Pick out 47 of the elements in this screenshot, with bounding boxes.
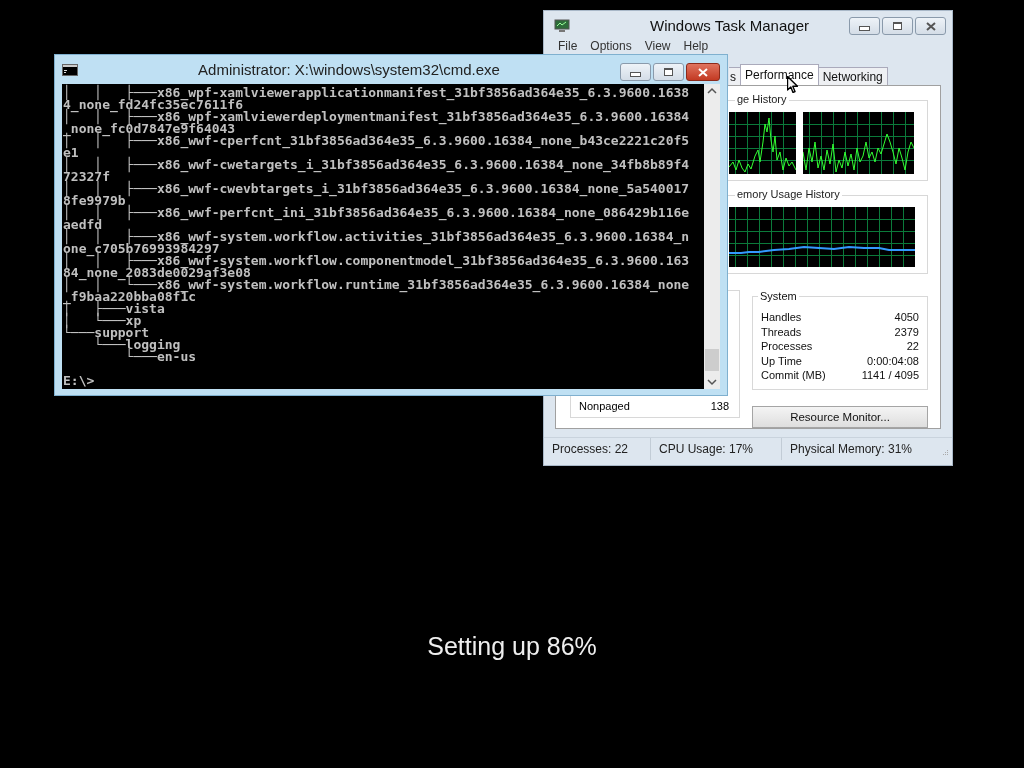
- resource-monitor-button[interactable]: Resource Monitor...: [752, 405, 928, 428]
- stat-label: Threads: [761, 325, 802, 339]
- stat-value: 138: [710, 399, 729, 413]
- monitor-icon: [554, 18, 570, 33]
- stat-label: Up Time: [761, 354, 802, 368]
- resize-grip-icon: [941, 449, 949, 457]
- stat-value: 1141 / 4095: [861, 369, 919, 383]
- tab[interactable]: Performance: [740, 64, 819, 85]
- group-label: ge History: [735, 93, 789, 105]
- stat-value: 4050: [894, 311, 919, 325]
- tab[interactable]: Networking: [817, 67, 888, 85]
- menu-item[interactable]: Help: [683, 40, 709, 53]
- stat-value: 0:00:04:08: [867, 354, 919, 368]
- status-text: Processes: 22: [544, 438, 651, 460]
- scroll-thumb[interactable]: [705, 349, 719, 371]
- status-text: Physical Memory: 31%: [789, 441, 913, 458]
- stat-label: Commit (MB): [761, 369, 826, 383]
- console-line: _none_fc0d7847e9f64043: [63, 123, 236, 135]
- setup-progress-text: Setting up 86%: [426, 632, 598, 661]
- window-title: Windows Task Manager: [649, 17, 810, 34]
- console-line: e1: [63, 147, 79, 159]
- close-button[interactable]: [915, 17, 946, 35]
- maximize-button[interactable]: [653, 63, 684, 81]
- stat-value: 2379: [894, 325, 919, 339]
- command-prompt[interactable]: E:\>: [63, 375, 95, 387]
- stat-label: Nonpaged: [579, 399, 630, 413]
- menu-item[interactable]: Options: [590, 40, 632, 53]
- console-line: 84_none_2083de0029af3e08: [63, 267, 251, 279]
- group-label: System: [758, 290, 799, 302]
- tab[interactable]: s: [729, 67, 741, 85]
- minimize-button[interactable]: [620, 63, 651, 81]
- close-icon: [698, 67, 708, 77]
- maximize-button[interactable]: [882, 17, 913, 35]
- stat-value: 22: [906, 340, 919, 354]
- console-line: _f9baa220bba08f1c: [63, 291, 197, 303]
- menu-item[interactable]: File: [558, 40, 578, 53]
- group-label: emory Usage History: [735, 188, 842, 200]
- status-text: CPU Usage: 17%: [651, 438, 782, 460]
- stat-label: Processes: [761, 340, 813, 354]
- close-icon: [925, 21, 936, 31]
- window-title: Administrator: X:\windows\system32\cmd.exe: [197, 61, 501, 78]
- console-icon: [62, 63, 78, 76]
- menu-item[interactable]: View: [644, 40, 671, 53]
- close-button[interactable]: [686, 63, 720, 81]
- minimize-button[interactable]: [849, 17, 880, 35]
- stat-label: Handles: [761, 311, 802, 325]
- cpu-graph: [729, 112, 796, 174]
